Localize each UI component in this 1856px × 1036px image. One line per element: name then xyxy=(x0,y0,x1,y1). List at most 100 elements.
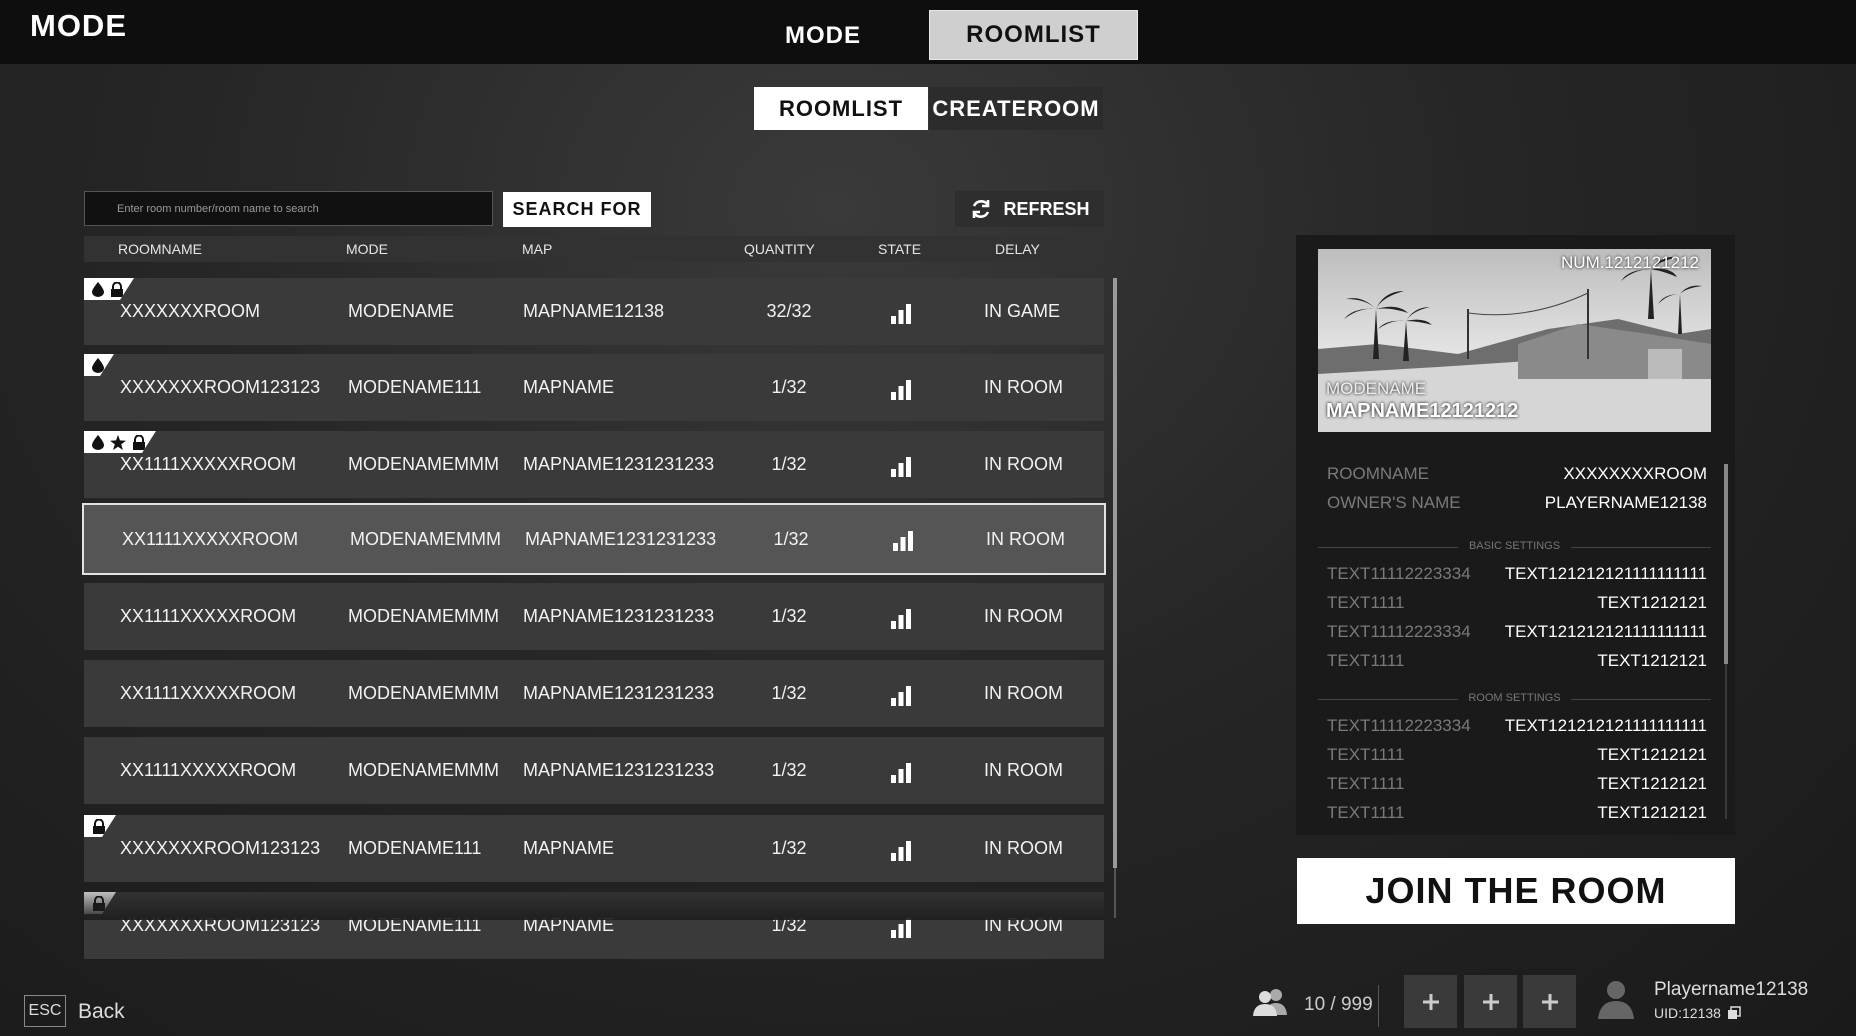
setting-key: TEXT1111 xyxy=(1327,593,1405,612)
cell-delay: IN ROOM xyxy=(984,683,1063,703)
setting-row: TEXT1111 TEXT1212121 xyxy=(1327,593,1707,621)
info-key: OWNER'S NAME xyxy=(1327,493,1461,512)
cell-quantity: 1/32 xyxy=(771,377,807,397)
info-row: OWNER'S NAME PLAYERNAME12138 xyxy=(1327,493,1707,521)
signal-strength-icon xyxy=(890,684,912,706)
setting-value: TEXT1212121 xyxy=(1597,745,1707,764)
cell-delay: IN ROOM xyxy=(984,760,1063,780)
cell-map: MAPNAME1231231233 xyxy=(523,683,715,703)
avatar[interactable] xyxy=(1595,977,1637,1024)
cell-roomname: XXXXXXXROOM xyxy=(120,301,261,321)
setting-value: TEXT121212121111111111 xyxy=(1504,564,1707,583)
table-header: ROOMNAME MODE MAP QUANTITY STATE DELAY xyxy=(84,236,1104,262)
cell-roomname: XXXXXXXROOM123123 xyxy=(120,377,321,397)
table-row[interactable]: XXXXXXXROOM MODENAME MAPNAME12138 32/32 IN G… xyxy=(84,278,1104,345)
cell-delay: IN ROOM xyxy=(984,454,1063,474)
list-scrollbar-thumb[interactable] xyxy=(1113,278,1117,868)
table-row[interactable]: XX1111XXXXXROOM MODENAMEMMM MAPNAME1231231… xyxy=(84,660,1104,727)
detail-scrollbar-thumb[interactable] xyxy=(1724,464,1728,664)
cell-roomname: XXXXXXXROOM123123 xyxy=(120,838,321,858)
cell-map: MAPNAME xyxy=(523,838,615,858)
join-room-button[interactable]: JOIN THE ROOM xyxy=(1297,858,1735,924)
setting-key: TEXT1111 xyxy=(1327,774,1405,793)
cell-mode: MODENAMEMMM xyxy=(350,529,501,549)
setting-value: TEXT121212121111111111 xyxy=(1504,622,1707,641)
cell-mode: MODENAMEMMM xyxy=(348,760,499,780)
player-uid-row: UID:12138 xyxy=(1654,1005,1741,1021)
refresh-button[interactable]: REFRESH xyxy=(955,191,1104,227)
signal-strength-icon xyxy=(890,761,912,783)
cell-quantity: 1/32 xyxy=(771,838,807,858)
setting-value: TEXT121212121111111111 xyxy=(1504,716,1707,735)
cell-quantity: 1/32 xyxy=(771,760,807,780)
drop-icon xyxy=(92,435,104,450)
add-friend-button-2[interactable] xyxy=(1464,975,1517,1028)
setting-key: TEXT11112223334 xyxy=(1327,716,1471,735)
basic-settings-title: BASIC SETTINGS xyxy=(1318,540,1711,554)
cell-mode: MODENAMEMMM xyxy=(348,454,499,474)
column-header-state[interactable]: STATE xyxy=(878,236,921,262)
subtab-createroom[interactable]: CREATEROOM xyxy=(929,87,1103,130)
setting-key: TEXT1111 xyxy=(1327,745,1405,764)
tab-mode[interactable]: MODE xyxy=(718,10,928,62)
info-value: XXXXXXXXROOM xyxy=(1563,464,1707,483)
preview-mode-name: MODENAME xyxy=(1326,379,1427,398)
table-row[interactable]: XXXXXXXROOM123123 MODENAME111 MAPNAME 1/32 I… xyxy=(84,354,1104,421)
online-players-count: 10 / 999 xyxy=(1304,994,1373,1015)
esc-key[interactable]: ESC xyxy=(24,995,66,1027)
preview-map-name: MAPNAME12121212 xyxy=(1326,400,1519,422)
add-friend-button-1[interactable] xyxy=(1404,975,1457,1028)
search-input[interactable] xyxy=(84,191,493,226)
cell-quantity: 1/32 xyxy=(771,454,807,474)
cell-map: MAPNAME12138 xyxy=(523,301,665,321)
cell-mode: MODENAME111 xyxy=(348,838,482,858)
setting-row: TEXT11112223334 TEXT121212121111111111 xyxy=(1327,622,1707,650)
setting-row: TEXT1111 TEXT1212121 xyxy=(1327,745,1707,773)
signal-strength-icon xyxy=(890,302,912,324)
signal-strength-icon xyxy=(890,607,912,629)
tab-roomlist[interactable]: ROOMLIST xyxy=(929,10,1138,60)
search-button[interactable]: SEARCH FOR xyxy=(503,192,651,227)
cell-map: MAPNAME1231231233 xyxy=(525,529,717,549)
cell-roomname: XX1111XXXXXROOM xyxy=(120,683,297,703)
cell-delay: IN GAME xyxy=(984,301,1061,321)
column-header-mode[interactable]: MODE xyxy=(346,236,388,262)
table-row[interactable]: XX1111XXXXXROOM MODENAMEMMM MAPNAME1231231… xyxy=(84,737,1104,804)
table-row[interactable]: XXXXXXXROOM123123 MODENAME111 MAPNAME 1/32 I… xyxy=(84,815,1104,882)
list-fade xyxy=(84,880,1104,920)
cell-roomname: XX1111XXXXXROOM xyxy=(122,529,299,549)
cell-delay: IN ROOM xyxy=(984,606,1063,626)
plus-icon xyxy=(1422,993,1439,1010)
cell-quantity: 32/32 xyxy=(766,301,812,321)
table-row[interactable]: XX1111XXXXXROOM MODENAMEMMM MAPNAME1231231… xyxy=(82,503,1106,575)
add-friend-button-3[interactable] xyxy=(1523,975,1576,1028)
cell-delay: IN ROOM xyxy=(984,377,1063,397)
player-uid: UID:12138 xyxy=(1654,1005,1721,1021)
column-header-map[interactable]: MAP xyxy=(522,236,552,262)
footer-divider xyxy=(1378,985,1379,1027)
setting-key: TEXT11112223334 xyxy=(1327,622,1471,641)
cell-roomname: XX1111XXXXXROOM xyxy=(120,760,297,780)
cell-map: MAPNAME xyxy=(523,377,615,397)
column-header-roomname[interactable]: ROOMNAME xyxy=(118,236,202,262)
back-button[interactable]: Back xyxy=(78,997,125,1027)
info-key: ROOMNAME xyxy=(1327,464,1429,483)
cell-mode: MODENAME111 xyxy=(348,377,482,397)
column-header-delay[interactable]: DELAY xyxy=(995,236,1040,262)
subtab-roomlist[interactable]: ROOMLIST xyxy=(754,87,928,130)
setting-row: TEXT1111 TEXT1212121 xyxy=(1327,651,1707,679)
copy-icon[interactable] xyxy=(1727,1006,1741,1020)
plus-icon xyxy=(1541,993,1558,1010)
cell-delay: IN ROOM xyxy=(984,838,1063,858)
column-header-quantity[interactable]: QUANTITY xyxy=(744,236,815,262)
cell-mode: MODENAME xyxy=(348,301,455,321)
cell-mode: MODENAMEMMM xyxy=(348,606,499,626)
table-row[interactable]: XX1111XXXXXROOM MODENAMEMMM MAPNAME1231231… xyxy=(84,431,1104,498)
room-settings-title: ROOM SETTINGS xyxy=(1318,692,1711,706)
cell-map: MAPNAME1231231233 xyxy=(523,454,715,474)
signal-strength-icon xyxy=(892,529,914,551)
table-row[interactable]: XX1111XXXXXROOM MODENAMEMMM MAPNAME1231231… xyxy=(84,583,1104,650)
player-name: Playername12138 xyxy=(1654,979,1809,1000)
setting-row: TEXT11112223334 TEXT121212121111111111 xyxy=(1327,564,1707,592)
page-title: MODE xyxy=(30,8,127,43)
